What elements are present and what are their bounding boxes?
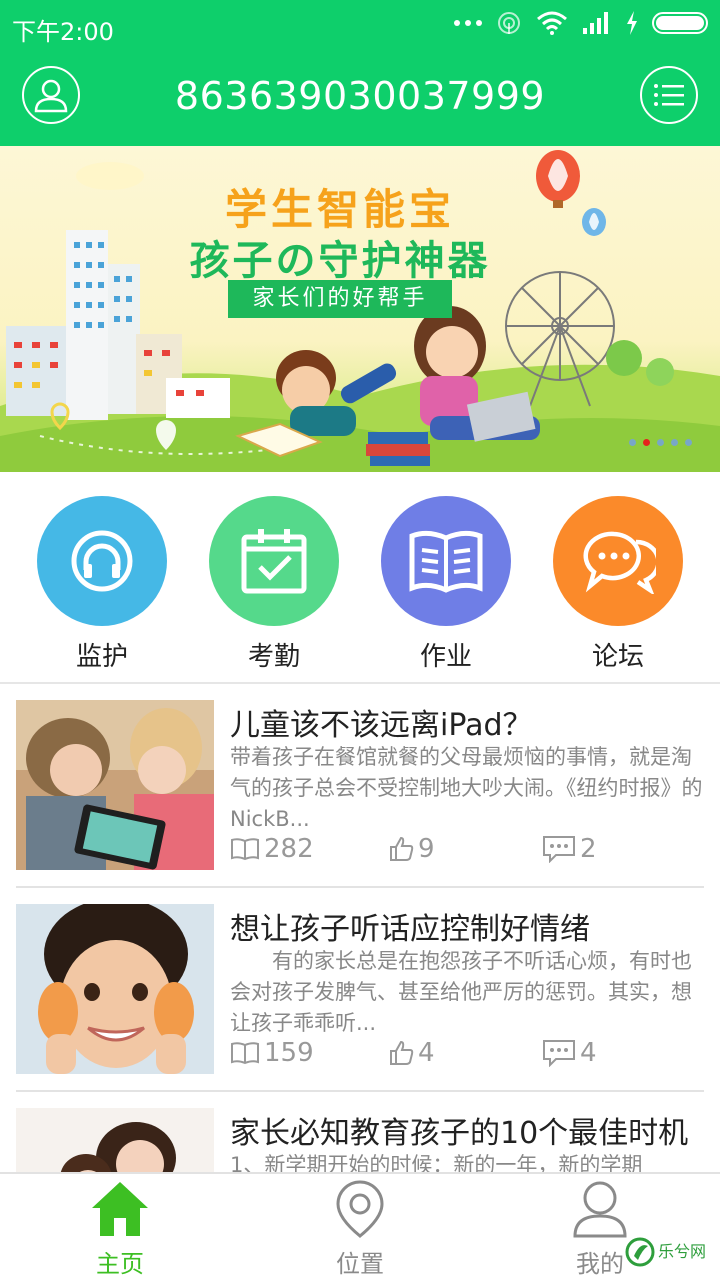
carousel-dot[interactable]: [629, 439, 636, 446]
home-icon: [92, 1182, 148, 1236]
hotspot-icon: [498, 12, 520, 34]
status-bar: 下午2:00: [0, 0, 720, 52]
signal-icon: [583, 12, 608, 34]
feature-attendance-circle[interactable]: [209, 496, 339, 626]
feature-grid: 监护 考勤 作业 论坛: [0, 472, 720, 684]
like-count-value: 9: [418, 834, 435, 864]
feature-forum-circle[interactable]: [553, 496, 683, 626]
news-title[interactable]: 家长必知教育孩子的10个最佳时机: [230, 1108, 704, 1152]
top-bar: 863639030037999: [0, 52, 720, 146]
nav-location-label: 位置: [336, 1250, 384, 1278]
calendar-check-icon: [241, 529, 307, 594]
open-book-icon: [231, 1042, 259, 1065]
feature-homework-label: 作业: [419, 642, 472, 672]
status-time: 下午2:00: [12, 18, 114, 46]
feature-forum[interactable]: 论坛: [548, 496, 688, 673]
watermark-logo: 乐兮网: [624, 1232, 714, 1272]
comment-count-value: 2: [580, 834, 597, 864]
list-menu-icon: [654, 84, 684, 106]
news-summary: 带着孩子在餐馆就餐的父母最烦恼的事情，就是淘气的孩子总会不受控制地大吵大闹。《纽…: [230, 745, 703, 831]
news-summary: 有的家长总是在抱怨孩子不听话心烦，有时也会对孩子发脾气、甚至给他严厉的惩罚。其实…: [230, 949, 692, 1035]
location-pin-icon: [336, 1180, 384, 1238]
charging-icon: [627, 11, 637, 35]
book-icon: [409, 530, 483, 593]
thumbs-up-icon: [390, 836, 414, 861]
headphones-icon: [71, 530, 133, 592]
nav-home-label: 主页: [96, 1250, 144, 1278]
carousel-dot-active[interactable]: [643, 439, 650, 446]
news-thumbnail[interactable]: [16, 904, 214, 1074]
feature-homework[interactable]: 作业: [376, 496, 516, 673]
read-count: 159: [230, 1038, 314, 1068]
nav-home[interactable]: 主页: [40, 1180, 200, 1279]
feature-monitor[interactable]: 监护: [32, 496, 172, 673]
menu-button[interactable]: [640, 66, 698, 124]
read-count: 282: [230, 834, 314, 864]
news-title[interactable]: 儿童该不该远离iPad？: [230, 700, 704, 744]
wifi-icon: [537, 11, 567, 35]
feature-attendance-label: 考勤: [247, 642, 300, 672]
comment-icon: [543, 1040, 575, 1067]
bottom-nav: 主页 位置 我的 乐兮网: [0, 1172, 720, 1280]
carousel-dot[interactable]: [685, 439, 692, 446]
open-book-icon: [231, 838, 259, 861]
news-meta: 159 4 4: [230, 1038, 704, 1074]
news-item[interactable]: 想让孩子听话应控制好情绪 有的家长总是在抱怨孩子不听话心烦，有时也会对孩子发脾气…: [16, 888, 704, 1092]
news-title[interactable]: 想让孩子听话应控制好情绪: [230, 904, 704, 948]
comment-button[interactable]: 4: [542, 1038, 597, 1068]
feature-forum-label: 论坛: [591, 642, 644, 672]
carousel-indicator[interactable]: [629, 439, 692, 446]
news-thumbnail[interactable]: [16, 700, 214, 870]
carousel-dot[interactable]: [657, 439, 664, 446]
battery-icon: [652, 12, 708, 34]
thumbs-up-icon: [390, 1040, 414, 1065]
like-count-value: 4: [418, 1038, 435, 1068]
feature-homework-circle[interactable]: [381, 496, 511, 626]
like-button[interactable]: 4: [388, 1038, 435, 1068]
comment-button[interactable]: 2: [542, 834, 597, 864]
news-item[interactable]: 儿童该不该远离iPad？ 带着孩子在餐馆就餐的父母最烦恼的事情，就是淘气的孩子总…: [16, 684, 704, 888]
feature-monitor-label: 监护: [75, 642, 128, 672]
banner-tag: 家长们的好帮手: [228, 280, 452, 318]
read-count-value: 282: [264, 834, 314, 864]
comment-count-value: 4: [580, 1038, 597, 1068]
banner-subtitle: 孩子の守护神器: [189, 238, 491, 284]
feature-attendance[interactable]: 考勤: [204, 496, 344, 673]
device-id-title: 863639030037999: [174, 74, 546, 118]
read-count-value: 159: [264, 1038, 314, 1068]
carousel-dot[interactable]: [671, 439, 678, 446]
promo-banner[interactable]: 学生智能宝 孩子の守护神器 家长们的好帮手: [0, 146, 720, 472]
user-icon: [573, 1181, 627, 1238]
profile-button[interactable]: [22, 66, 80, 124]
user-icon: [34, 79, 68, 113]
nav-location[interactable]: 位置: [280, 1180, 440, 1279]
status-icons: [454, 10, 708, 36]
like-button[interactable]: 9: [388, 834, 435, 864]
feature-monitor-circle[interactable]: [37, 496, 167, 626]
news-meta: 282 9 2: [230, 834, 704, 870]
chat-bubbles-icon: [583, 531, 656, 594]
more-dots-icon: [454, 20, 482, 26]
comment-icon: [543, 836, 575, 863]
watermark-text: 乐兮网: [658, 1242, 707, 1261]
